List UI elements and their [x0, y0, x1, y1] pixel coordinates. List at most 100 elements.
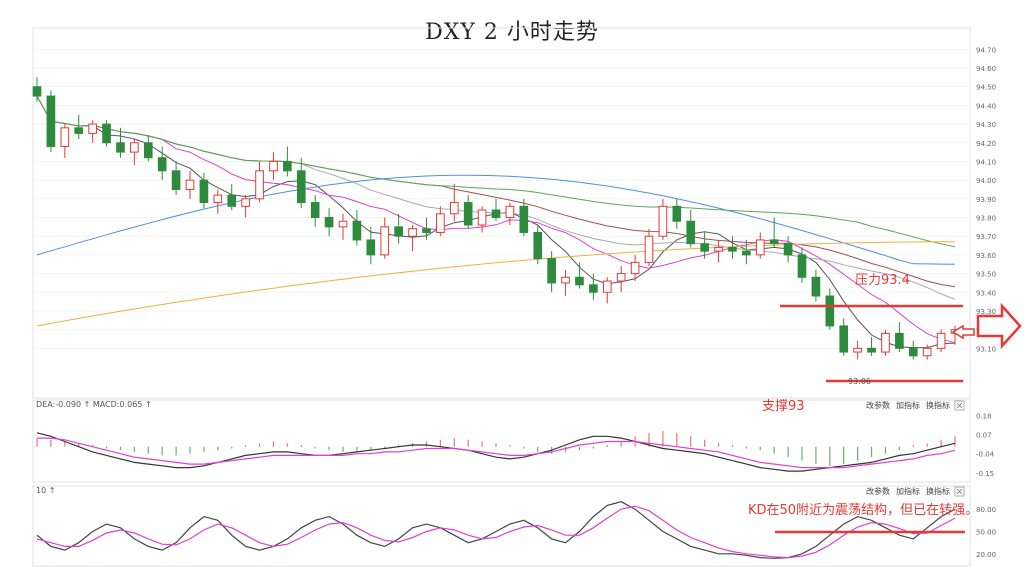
- candle-body: [171, 170, 181, 190]
- candle: [394, 213, 403, 244]
- candle-body: [463, 202, 473, 226]
- macd-panel-frame: [32, 399, 971, 483]
- macd-toolbar: 改参数 加指标 换指标: [866, 400, 965, 411]
- candle: [102, 120, 111, 147]
- candle-body: [255, 170, 264, 200]
- candle-body: [742, 250, 751, 256]
- candle-body: [130, 142, 139, 153]
- candle: [853, 340, 862, 360]
- candle-body: [241, 198, 250, 207]
- candle-body: [102, 123, 111, 144]
- candle-body: [533, 231, 543, 260]
- candle: [783, 236, 793, 263]
- candle-body: [491, 209, 501, 219]
- macd-add-indicator-button[interactable]: 加指标: [896, 400, 920, 410]
- candle-body: [755, 239, 765, 256]
- kd-add-indicator-button[interactable]: 加指标: [896, 486, 920, 496]
- y-tick-label: 93.80: [976, 215, 996, 223]
- candle-body: [616, 273, 626, 282]
- candle-body: [672, 205, 682, 222]
- kd-tick-label: 80.00: [976, 506, 996, 514]
- candle-body: [185, 179, 195, 190]
- candle-body: [895, 332, 904, 349]
- y-tick-label: 94.30: [976, 121, 996, 129]
- macd-tick-label: 0.18: [976, 412, 992, 420]
- candle: [658, 198, 668, 240]
- candle-body: [783, 243, 793, 256]
- y-tick-label: 93.50: [976, 271, 996, 279]
- candles: [32, 77, 960, 360]
- candle: [88, 120, 97, 143]
- candle: [60, 124, 70, 158]
- macd-params-button[interactable]: 改参数: [866, 400, 890, 410]
- kd-params-button[interactable]: 改参数: [866, 486, 890, 496]
- candle-body: [436, 213, 445, 233]
- candle-body: [575, 276, 584, 286]
- y-tick-label: 93.40: [976, 289, 996, 297]
- y-tick-label: 93.30: [976, 308, 996, 316]
- candle: [463, 195, 473, 229]
- candle-body: [839, 325, 849, 353]
- macd-switch-indicator-button[interactable]: 换指标: [926, 400, 950, 410]
- candle: [519, 198, 529, 237]
- support-label: 支撑93: [762, 399, 805, 414]
- candle-body: [644, 235, 654, 263]
- candle: [533, 224, 543, 265]
- candle-body: [519, 205, 529, 233]
- close-icon[interactable]: [954, 400, 965, 411]
- macd-tick-label: -0.04: [976, 451, 995, 459]
- candle: [602, 277, 612, 304]
- macd-lines: [36, 432, 956, 472]
- macd-tick-label: -0.15: [976, 470, 994, 478]
- candle: [908, 340, 918, 360]
- candle-body: [853, 347, 862, 353]
- candle: [505, 202, 515, 225]
- candle-body: [602, 280, 612, 293]
- candle-body: [74, 127, 84, 134]
- candle: [811, 269, 821, 302]
- moving-averages: [36, 95, 956, 349]
- candle: [74, 114, 84, 140]
- candle: [436, 206, 445, 237]
- candle: [269, 152, 278, 181]
- candle-body: [338, 220, 348, 228]
- close-icon[interactable]: [954, 486, 965, 497]
- candle: [839, 318, 849, 356]
- arrow-small-icon: [951, 324, 975, 340]
- candle: [32, 77, 42, 102]
- candle-body: [658, 205, 668, 237]
- candle: [408, 224, 417, 252]
- candle: [728, 236, 737, 259]
- candle: [644, 228, 654, 267]
- candle: [742, 239, 751, 265]
- candle-body: [797, 254, 807, 278]
- candle-body: [867, 347, 876, 353]
- candle: [310, 195, 320, 227]
- candle-body: [269, 160, 278, 172]
- candle-body: [825, 295, 835, 327]
- candle: [241, 195, 250, 218]
- kd-legend: 10 ↑: [36, 486, 55, 495]
- candle-body: [88, 123, 97, 134]
- candle-body: [769, 239, 779, 245]
- macd-dea-line: [37, 437, 956, 469]
- kd-toolbar: 改参数 加指标 换指标: [866, 486, 965, 497]
- candle-body: [408, 228, 417, 237]
- kd-panel-frame: [32, 485, 971, 567]
- kd-switch-indicator-button[interactable]: 换指标: [926, 486, 950, 496]
- candle-body: [547, 258, 556, 284]
- y-tick-label: 94.70: [976, 46, 996, 54]
- candle-body: [46, 95, 56, 148]
- candle: [213, 189, 223, 214]
- candle-body: [505, 205, 515, 219]
- candle: [616, 266, 626, 293]
- candle: [672, 198, 682, 229]
- candle: [575, 262, 584, 289]
- candle: [491, 198, 501, 222]
- candle: [825, 288, 835, 330]
- candle-body: [477, 209, 487, 226]
- candle: [895, 322, 904, 353]
- y-tick-label: 93.70: [976, 233, 996, 241]
- candle-body: [366, 239, 376, 256]
- kd-y-axis: 80.00 50.00 20.00: [976, 506, 996, 559]
